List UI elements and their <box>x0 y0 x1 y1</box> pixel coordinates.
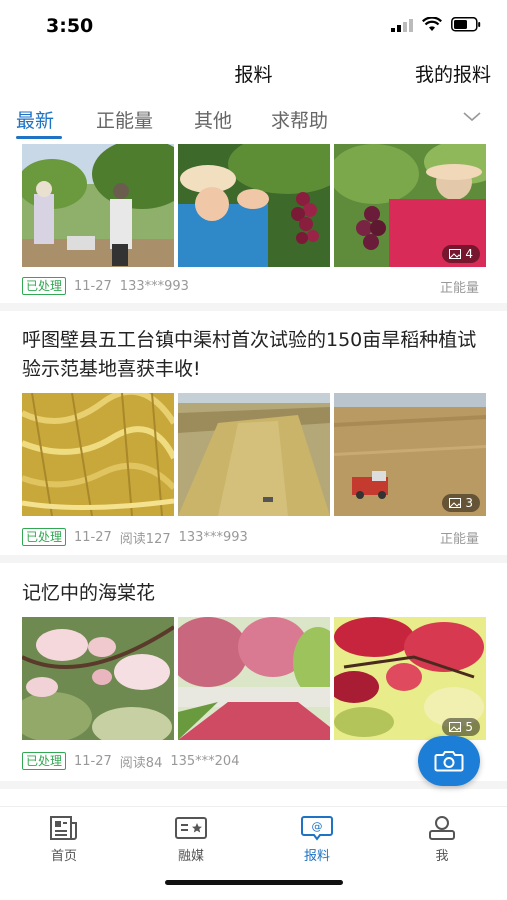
image-icon <box>449 249 462 259</box>
chevron-down-icon[interactable] <box>463 112 481 122</box>
image-icon <box>449 498 462 508</box>
image-count: 3 <box>465 496 473 510</box>
post-image[interactable] <box>22 393 174 516</box>
post-image[interactable] <box>178 393 330 516</box>
post-image[interactable] <box>178 144 330 267</box>
status-time: 3:50 <box>46 15 94 37</box>
image-count-badge: 3 <box>442 494 480 512</box>
profile-icon <box>429 816 455 840</box>
camera-report-button[interactable] <box>418 736 480 786</box>
post-image[interactable] <box>22 144 174 267</box>
post-title[interactable]: 记忆中的海棠花 <box>22 579 484 608</box>
home-indicator <box>165 880 343 885</box>
post-category: 正能量 <box>439 531 479 547</box>
post-date: 11-27 <box>74 753 112 769</box>
divider <box>0 303 507 311</box>
post-image[interactable]: 3 <box>334 393 486 516</box>
post-date: 11-27 <box>74 529 112 545</box>
home-news-icon <box>50 816 77 840</box>
my-reports-link[interactable]: 我的报料 <box>415 60 491 87</box>
status-badge: 已处理 <box>22 528 67 546</box>
image-row: 5 <box>22 617 486 740</box>
category-tabs: 最新 正能量 其他 求帮助 <box>0 96 507 140</box>
post-image[interactable]: 4 <box>334 144 486 267</box>
post-category: 正能量 <box>439 280 479 296</box>
post-meta: 已处理 11-27 133***993 正能量 <box>22 276 487 296</box>
status-badge: 已处理 <box>22 277 67 295</box>
tab-positive-energy[interactable]: 正能量 <box>96 106 153 133</box>
active-tab-indicator <box>16 136 62 139</box>
post-user: 133***993 <box>119 278 189 294</box>
signal-icon <box>391 18 413 32</box>
nav-item-me[interactable]: 我 <box>402 815 482 864</box>
nav-item-home[interactable]: 首页 <box>24 815 104 864</box>
image-row: 4 <box>22 144 486 267</box>
header: 报料 我的报料 <box>0 52 507 92</box>
post-title[interactable]: 呼图壁县五工台镇中渠村首次试验的150亩旱稻种植试验示范基地喜获丰收! <box>22 326 484 384</box>
post-meta: 已处理 11-27 阅读127 133***993 正能量 <box>22 527 487 547</box>
camera-icon <box>434 751 464 772</box>
status-bar: 3:50 <box>0 0 507 52</box>
nav-label: 融媒 <box>177 849 204 864</box>
status-icons <box>391 17 481 32</box>
image-count: 4 <box>465 247 473 261</box>
status-badge: 已处理 <box>22 752 67 770</box>
report-icon: @ <box>301 816 333 841</box>
report-feed[interactable]: 4 已处理 11-27 133***993 正能量 呼图壁县五工台镇中渠村首次试… <box>0 143 507 807</box>
nav-label: 报料 <box>303 849 330 864</box>
post-image[interactable] <box>178 617 330 740</box>
tab-other[interactable]: 其他 <box>194 106 232 133</box>
image-count-badge: 4 <box>442 245 480 263</box>
nav-item-media[interactable]: 融媒 <box>151 815 231 864</box>
post-image[interactable]: 5 <box>334 617 486 740</box>
post-date: 11-27 <box>74 278 112 294</box>
bottom-nav: 首页 融媒 @ 报料 我 <box>0 806 507 900</box>
battery-icon <box>451 17 481 32</box>
image-count: 5 <box>465 720 473 734</box>
image-count-badge: 5 <box>442 718 480 736</box>
image-icon <box>449 722 462 732</box>
nav-item-report[interactable]: @ 报料 <box>277 815 357 864</box>
tab-latest[interactable]: 最新 <box>16 106 54 133</box>
post-user: 133***993 <box>178 529 248 545</box>
post-reads: 阅读84 <box>119 755 163 771</box>
post-image[interactable] <box>22 617 174 740</box>
post-user: 135***204 <box>170 753 240 769</box>
post-reads: 阅读127 <box>119 531 171 547</box>
wifi-icon <box>422 17 442 31</box>
image-row: 3 <box>22 393 486 516</box>
tab-ask-help[interactable]: 求帮助 <box>271 106 328 133</box>
nav-label: 首页 <box>50 849 77 864</box>
media-icon <box>175 817 207 839</box>
divider <box>0 555 507 563</box>
nav-label: 我 <box>435 849 449 864</box>
svg-text:@: @ <box>312 820 323 833</box>
